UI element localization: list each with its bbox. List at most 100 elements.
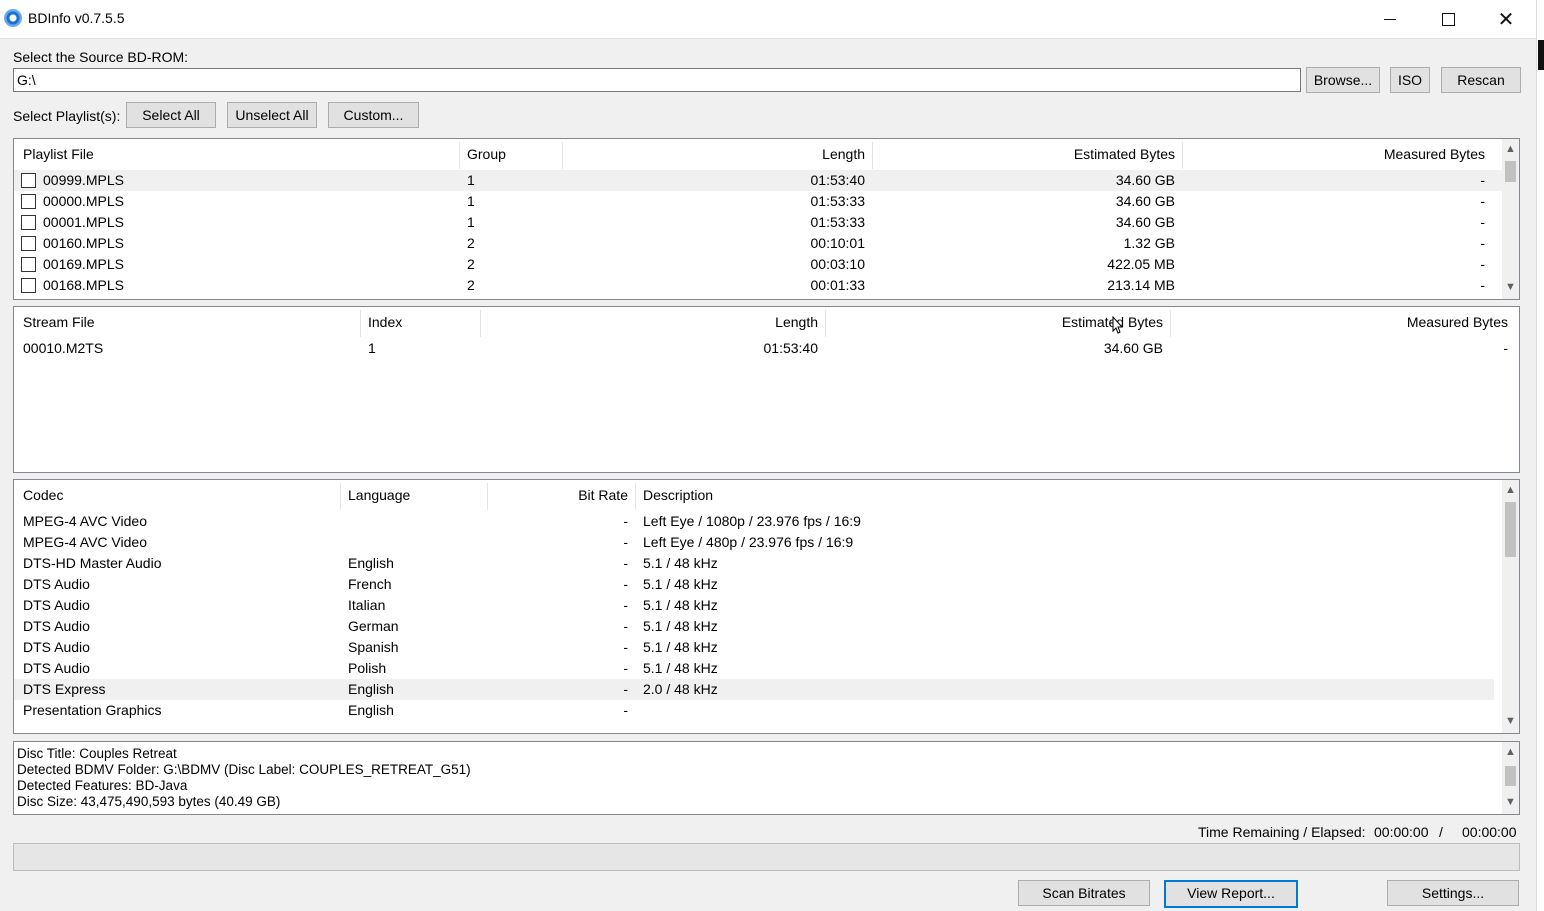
playlist-group: 2 (467, 256, 475, 272)
playlist-checkbox[interactable] (21, 257, 36, 272)
select-all-button[interactable]: Select All (126, 102, 216, 128)
playlist-file: 00168.MPLS (43, 277, 124, 293)
codec-description: 5.1 / 48 kHz (643, 597, 718, 613)
playlist-group: 2 (467, 277, 475, 293)
playlist-row[interactable]: 00169.MPLS 2 00:03:10 422.05 MB - (14, 254, 1502, 275)
codec-bit-rate: - (623, 618, 628, 634)
scroll-thumb[interactable] (1505, 766, 1516, 786)
disc-info-textbox[interactable]: Disc Title: Couples Retreat Detected BDM… (13, 741, 1520, 815)
playlist-checkbox[interactable] (21, 194, 36, 209)
codec-language: English (348, 702, 394, 718)
playlist-list[interactable]: Playlist File Group Length Estimated Byt… (13, 138, 1520, 300)
header-length[interactable]: Length (484, 307, 818, 337)
scroll-up-icon[interactable]: ▲ (1502, 482, 1519, 499)
maximize-button[interactable] (1419, 0, 1477, 38)
scan-bitrates-button[interactable]: Scan Bitrates (1018, 880, 1150, 906)
iso-button[interactable]: ISO (1390, 67, 1430, 93)
playlist-estimated-bytes: 1.32 GB (1123, 235, 1175, 251)
playlist-row[interactable]: 00001.MPLS 1 01:53:33 34.60 GB - (14, 212, 1502, 233)
playlist-estimated-bytes: 34.60 GB (1115, 193, 1175, 209)
source-path-input[interactable]: G:\ (13, 68, 1301, 92)
codec-list[interactable]: Codec Language Bit Rate Description MPEG… (13, 479, 1520, 734)
playlist-row[interactable]: 00168.MPLS 2 00:01:33 213.14 MB - (14, 275, 1502, 296)
scroll-down-icon[interactable]: ▼ (1502, 279, 1519, 296)
header-measured-bytes[interactable]: Measured Bytes (1189, 139, 1485, 169)
header-length[interactable]: Length (570, 139, 865, 169)
playlist-estimated-bytes: 34.60 GB (1115, 172, 1175, 188)
playlist-estimated-bytes: 34.60 GB (1115, 214, 1175, 230)
codec-description: 5.1 / 48 kHz (643, 660, 718, 676)
stream-file-list[interactable]: Stream File Index Length Estimated Bytes… (13, 306, 1520, 473)
codec-row[interactable]: MPEG-4 AVC Video - Left Eye / 480p / 23.97… (14, 532, 1494, 553)
rescan-button[interactable]: Rescan (1441, 67, 1521, 93)
playlist-length: 01:53:33 (810, 214, 866, 230)
scroll-down-icon[interactable]: ▼ (1502, 713, 1519, 730)
playlist-row[interactable]: 00999.MPLS 1 01:53:40 34.60 GB - (14, 170, 1502, 191)
playlist-length: 00:01:33 (810, 277, 866, 293)
playlist-checkbox[interactable] (21, 236, 36, 251)
playlist-row[interactable]: 00000.MPLS 1 01:53:33 34.60 GB - (14, 191, 1502, 212)
close-icon: ✕ (1497, 8, 1515, 31)
codec-row[interactable]: MPEG-4 AVC Video - Left Eye / 1080p / 23.9… (14, 511, 1494, 532)
header-stream-file[interactable]: Stream File (23, 307, 95, 337)
codec-row[interactable]: Presentation Graphics English - (14, 700, 1494, 721)
settings-button[interactable]: Settings... (1387, 880, 1519, 906)
view-report-button[interactable]: View Report... (1164, 880, 1298, 908)
codec-row[interactable]: DTS Audio French -5.1 / 48 kHz (14, 574, 1494, 595)
header-measured-bytes[interactable]: Measured Bytes (1174, 307, 1508, 337)
codec-row[interactable]: DTS Audio German -5.1 / 48 kHz (14, 616, 1494, 637)
playlist-scrollbar[interactable]: ▲ ▼ (1502, 139, 1519, 299)
codec-row[interactable]: DTS Audio Spanish -5.1 / 48 kHz (14, 637, 1494, 658)
unselect-all-button[interactable]: Unselect All (227, 102, 317, 128)
playlist-measured-bytes: - (1480, 172, 1485, 188)
playlist-row[interactable]: 00160.MPLS 2 00:10:01 1.32 GB - (14, 233, 1502, 254)
codec-bit-rate: - (623, 513, 628, 529)
stream-index: 1 (368, 340, 376, 356)
stream-row[interactable]: 00010.M2TS 1 01:53:40 34.60 GB - (14, 338, 1519, 359)
codec-bit-rate: - (623, 702, 628, 718)
custom-button[interactable]: Custom... (328, 102, 419, 128)
playlist-measured-bytes: - (1480, 277, 1485, 293)
codec-row[interactable]: DTS Audio Polish -5.1 / 48 kHz (14, 658, 1494, 679)
codec-language: Spanish (348, 639, 399, 655)
playlist-length: 01:53:40 (810, 172, 866, 188)
minimize-button[interactable] (1361, 0, 1419, 38)
codec-description: Left Eye / 480p / 23.976 fps / 16:9 (643, 534, 854, 550)
playlist-file: 00160.MPLS (43, 235, 124, 251)
close-button[interactable]: ✕ (1477, 0, 1535, 38)
header-playlist-file[interactable]: Playlist File (23, 139, 94, 169)
codec-name: DTS Express (23, 681, 106, 697)
playlist-checkbox[interactable] (21, 173, 36, 188)
bdinfo-disc-icon (4, 9, 22, 27)
codec-name: MPEG-4 AVC Video (23, 513, 147, 529)
codec-row[interactable]: DTS Audio Italian -5.1 / 48 kHz (14, 595, 1494, 616)
playlist-file: 00000.MPLS (43, 193, 124, 209)
playlist-group: 1 (467, 172, 475, 188)
codec-description: 5.1 / 48 kHz (643, 639, 718, 655)
codec-bit-rate: - (623, 576, 628, 592)
scroll-up-icon[interactable]: ▲ (1502, 744, 1519, 761)
header-index[interactable]: Index (368, 307, 402, 337)
disc-info-scrollbar[interactable]: ▲ ▼ (1502, 742, 1519, 814)
codec-name: MPEG-4 AVC Video (23, 534, 147, 550)
scroll-down-icon[interactable]: ▼ (1502, 794, 1519, 811)
codec-language: Italian (348, 597, 386, 613)
codec-row[interactable]: DTS Express English -2.0 / 48 kHz (14, 679, 1494, 700)
codec-row[interactable]: DTS-HD Master Audio English -5.1 / 48 kHz (14, 553, 1494, 574)
scroll-thumb[interactable] (1505, 502, 1516, 557)
header-estimated-bytes[interactable]: Estimated Bytes (879, 139, 1175, 169)
playlist-checkbox[interactable] (21, 278, 36, 293)
scroll-thumb[interactable] (1505, 161, 1516, 182)
codec-name: DTS-HD Master Audio (23, 555, 162, 571)
codec-scrollbar[interactable]: ▲ ▼ (1502, 480, 1519, 733)
playlist-file: 00169.MPLS (43, 256, 124, 272)
background-window-edge (1536, 0, 1544, 911)
playlist-checkbox[interactable] (21, 215, 36, 230)
playlist-file: 00999.MPLS (43, 172, 124, 188)
codec-description: Left Eye / 1080p / 23.976 fps / 16:9 (643, 513, 861, 529)
header-group[interactable]: Group (467, 139, 506, 169)
disc-info-line: Detected Features: BD-Java (17, 778, 188, 793)
browse-button[interactable]: Browse... (1306, 67, 1380, 93)
playlist-file: 00001.MPLS (43, 214, 124, 230)
scroll-up-icon[interactable]: ▲ (1502, 141, 1519, 158)
